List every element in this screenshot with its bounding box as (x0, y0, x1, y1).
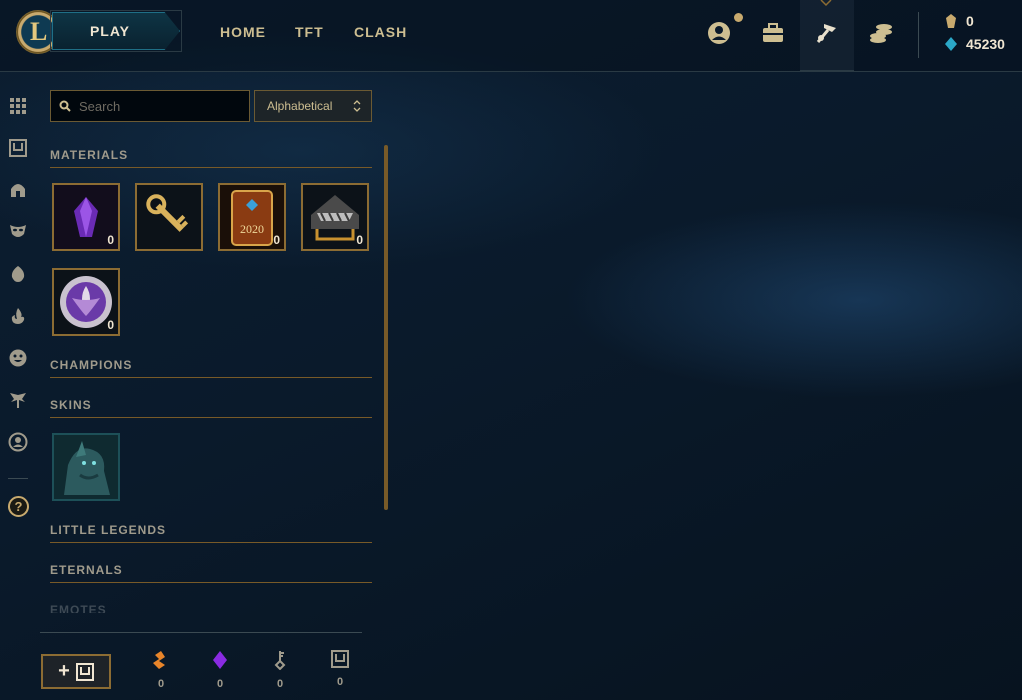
item-count: 0 (273, 233, 280, 247)
sort-dropdown[interactable]: Alphabetical (254, 90, 372, 122)
search-box[interactable] (50, 90, 250, 122)
avatar-icon[interactable] (8, 432, 28, 452)
orange-essence-icon (153, 651, 165, 669)
play-button[interactable]: PLAY (52, 12, 180, 50)
notification-dot (734, 13, 743, 22)
orange-essence-count: 0 (157, 678, 165, 690)
grid-icon[interactable] (8, 96, 28, 116)
mythic-essence-resource: 0 (208, 650, 232, 690)
loot-icon[interactable] (814, 20, 840, 46)
nav-clash[interactable]: CLASH (354, 24, 407, 40)
loot-item-skin[interactable] (52, 433, 120, 501)
item-count: 0 (356, 233, 363, 247)
category-little-legends[interactable]: LITTLE LEGENDS (50, 523, 372, 543)
search-input[interactable] (79, 98, 239, 114)
sort-label: Alphabetical (267, 99, 333, 113)
card-year-label: 2020 (240, 222, 264, 236)
item-count: 0 (107, 318, 114, 332)
top-bar: L PLAY HOME TFT CLASH 0 45230 (0, 0, 1022, 72)
flame-icon[interactable] (8, 306, 28, 326)
gold-key-icon (137, 185, 201, 249)
mask-icon[interactable] (8, 221, 28, 241)
blue-essence-icon (946, 14, 956, 28)
sort-chevron-icon (353, 100, 361, 112)
loot-item-purple-orb[interactable]: 0 (52, 268, 120, 336)
helmet-icon[interactable] (8, 180, 28, 200)
help-button[interactable]: ? (8, 496, 29, 517)
search-icon (59, 100, 71, 112)
collection-icon[interactable] (760, 20, 786, 46)
loot-item-chest[interactable]: 0 (301, 183, 369, 251)
add-label: + (58, 660, 70, 682)
item-count: 0 (107, 233, 114, 247)
nav-tft[interactable]: TFT (295, 24, 324, 40)
nav-home[interactable]: HOME (220, 24, 266, 40)
skin-portrait-icon (54, 435, 118, 499)
category-champions[interactable]: CHAMPIONS (50, 358, 372, 378)
egg-icon[interactable] (8, 264, 28, 284)
emote-icon[interactable] (8, 348, 28, 368)
chest-outline-icon (75, 662, 94, 681)
loot-item-2020-card[interactable]: 2020 0 (218, 183, 286, 251)
key-fragment-icon (274, 651, 286, 670)
category-eternals[interactable]: ETERNALS (50, 563, 372, 583)
loot-item-gold-key[interactable] (135, 183, 203, 251)
riot-points-icon (945, 37, 957, 51)
riot-points-currency: 45230 (944, 36, 1005, 52)
mythic-essence-count: 0 (216, 678, 224, 690)
chest-outline-icon (331, 650, 349, 668)
key-fragment-resource: 0 (268, 650, 292, 690)
key-fragment-count: 0 (276, 678, 284, 690)
blue-essence-currency: 0 (944, 13, 974, 29)
store-icon[interactable] (868, 20, 894, 46)
loot-item-purple-crystal[interactable]: 0 (52, 183, 120, 251)
orange-essence-resource: 0 (149, 650, 173, 690)
category-emotes[interactable]: EMOTES (50, 603, 372, 613)
add-chest-button[interactable]: + (41, 654, 111, 689)
header-divider (918, 12, 919, 58)
sidebar-divider (8, 478, 28, 479)
chest-count: 0 (336, 676, 344, 688)
riot-points-amount: 45230 (966, 36, 1005, 52)
loot-scrollbar[interactable] (384, 145, 388, 510)
chest-resource: 0 (328, 650, 352, 688)
category-skins[interactable]: SKINS (50, 398, 372, 418)
active-caret-icon (820, 0, 832, 7)
blue-essence-amount: 0 (966, 13, 974, 29)
chest-icon[interactable] (8, 138, 28, 158)
tree-icon[interactable] (8, 390, 28, 410)
category-materials[interactable]: MATERIALS (50, 148, 372, 168)
mythic-essence-icon (213, 651, 227, 669)
profile-icon[interactable] (706, 20, 732, 46)
bottom-divider (40, 632, 362, 633)
